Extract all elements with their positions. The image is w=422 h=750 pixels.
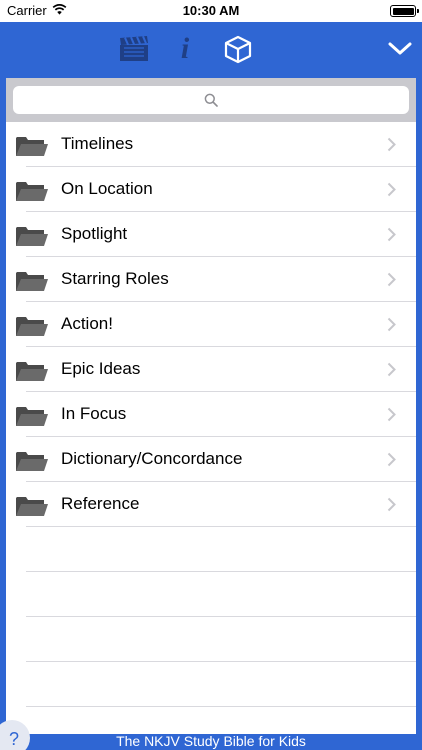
list-item-action[interactable]: Action! xyxy=(6,302,416,347)
folder-icon xyxy=(16,272,48,291)
list-item-spotlight[interactable]: Spotlight xyxy=(6,212,416,257)
folder-icon xyxy=(16,407,48,426)
list-item-label: In Focus xyxy=(61,404,127,423)
search-icon xyxy=(204,93,218,107)
folder-icon xyxy=(16,137,48,156)
list-item-reference[interactable]: Reference xyxy=(6,482,416,527)
empty-row xyxy=(6,662,416,707)
chevron-right-icon xyxy=(387,452,396,467)
video-clapper-icon[interactable] xyxy=(117,32,151,66)
list-item-label: Dictionary/Concordance xyxy=(61,449,243,468)
list-item-in-focus[interactable]: In Focus xyxy=(6,392,416,437)
chevron-right-icon xyxy=(387,182,396,197)
status-bar: Carrier 10:30 AM xyxy=(0,0,422,22)
clock: 10:30 AM xyxy=(182,3,240,18)
toolbar: i xyxy=(0,22,422,77)
empty-row xyxy=(6,527,416,572)
folder-icon xyxy=(16,182,48,201)
list-item-starring-roles[interactable]: Starring Roles xyxy=(6,257,416,302)
chevron-right-icon xyxy=(387,317,396,332)
chevron-down-icon[interactable] xyxy=(383,32,417,66)
empty-row xyxy=(6,707,416,734)
empty-row xyxy=(6,617,416,662)
chevron-right-icon xyxy=(387,362,396,377)
battery-icon xyxy=(390,5,419,17)
list-item-label: Action! xyxy=(61,314,113,333)
chevron-right-icon xyxy=(387,227,396,242)
empty-row xyxy=(6,572,416,617)
list-item-label: Timelines xyxy=(61,134,134,153)
folder-icon xyxy=(16,227,48,246)
list-item-timelines[interactable]: Timelines xyxy=(6,122,416,167)
chevron-right-icon xyxy=(387,407,396,422)
chevron-right-icon xyxy=(387,272,396,287)
content-panel: Timelines On Location Spotlight Starring… xyxy=(6,78,416,734)
folder-icon xyxy=(16,362,48,381)
folder-icon xyxy=(16,497,48,516)
list-item-label: Spotlight xyxy=(61,224,128,243)
list-item-label: Reference xyxy=(61,494,140,513)
folder-icon xyxy=(16,452,48,471)
category-list: Timelines On Location Spotlight Starring… xyxy=(6,122,416,734)
list-item-dictionary-concordance[interactable]: Dictionary/Concordance xyxy=(6,437,416,482)
list-item-label: Starring Roles xyxy=(61,269,169,288)
chevron-right-icon xyxy=(387,497,396,512)
list-item-epic-ideas[interactable]: Epic Ideas xyxy=(6,347,416,392)
cube-icon[interactable] xyxy=(221,32,255,66)
folder-icon xyxy=(16,317,48,336)
info-icon[interactable]: i xyxy=(168,32,202,66)
list-item-label: Epic Ideas xyxy=(61,359,141,378)
app-title: The NKJV Study Bible for Kids xyxy=(116,733,306,749)
chevron-right-icon xyxy=(387,137,396,152)
list-item-label: On Location xyxy=(61,179,153,198)
search-input[interactable] xyxy=(13,86,409,114)
search-bar xyxy=(6,78,416,122)
list-item-on-location[interactable]: On Location xyxy=(6,167,416,212)
